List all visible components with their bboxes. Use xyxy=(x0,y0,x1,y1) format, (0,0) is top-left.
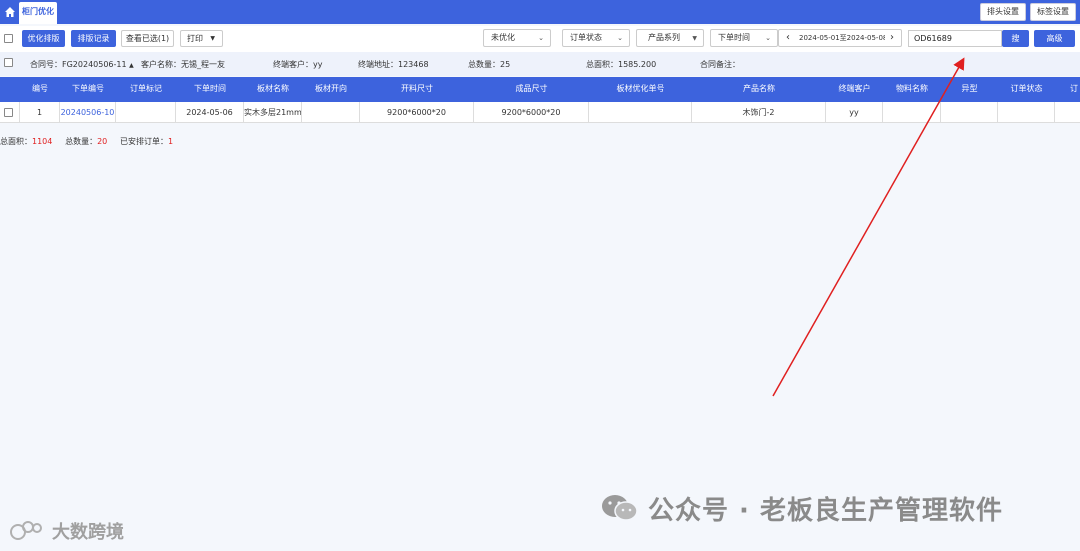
brand-logo-icon xyxy=(10,521,42,540)
watermark-right-text: 公众号 · 老板良生产管理软件 xyxy=(648,495,1003,526)
annotation-arrow xyxy=(772,57,965,397)
wechat-icon xyxy=(602,495,638,521)
watermark-left: 大数跨境 xyxy=(10,517,124,545)
watermark-left-text: 大数跨境 xyxy=(52,522,124,543)
watermark-right: 公众号 · 老板良生产管理软件 xyxy=(600,490,1003,526)
